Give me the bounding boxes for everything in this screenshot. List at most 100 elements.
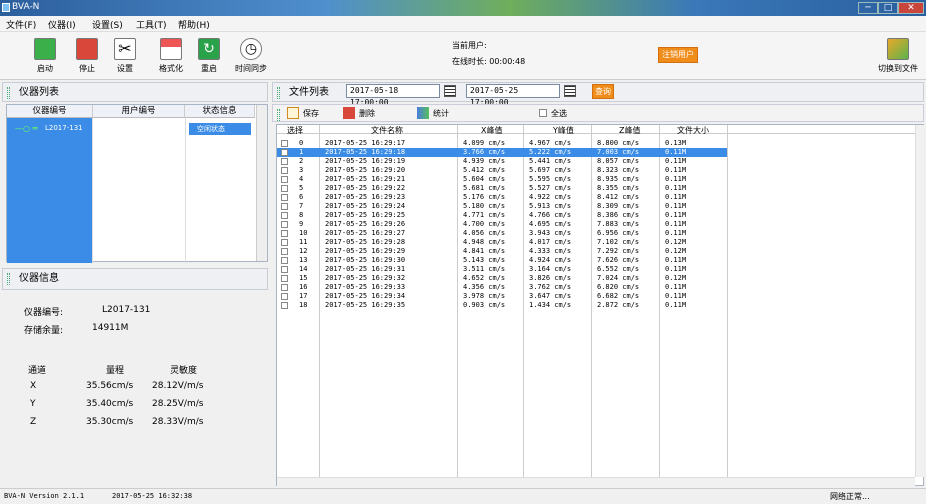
device-list-body: —○ ═ L2017-131 空闲状态 [7, 118, 255, 263]
table-row[interactable]: 13 2017-05-25 16:29:30 5.143 cm/s 4.924 cm/… [277, 256, 727, 265]
table-row[interactable]: 16 2017-05-25 16:29:33 4.356 cm/s 3.762 cm/… [277, 283, 727, 292]
minimize-button[interactable]: ─ [858, 2, 878, 14]
panel-grip-icon [7, 87, 10, 99]
menu-settings[interactable]: 设置(S) [92, 18, 123, 31]
col-device-id[interactable]: 仪器编号 [7, 105, 93, 118]
row-checkbox[interactable] [281, 284, 288, 291]
table-row[interactable]: 11 2017-05-25 16:29:28 4.948 cm/s 4.017 cm/… [277, 238, 727, 247]
logout-button[interactable]: 注销用户 [658, 47, 698, 63]
row-checkbox[interactable] [281, 149, 288, 156]
delete-icon[interactable] [343, 107, 355, 119]
table-row[interactable]: 1 2017-05-25 16:29:18 3.766 cm/s 5.222 cm/s… [277, 148, 727, 157]
table-row[interactable]: 12 2017-05-25 16:29:29 4.841 cm/s 4.333 cm/… [277, 247, 727, 256]
table-cell: 8.935 cm/s [597, 175, 640, 183]
menu-help[interactable]: 帮助(H) [178, 18, 210, 31]
table-cell: 4.333 cm/s [529, 247, 572, 255]
timesync-button[interactable]: ◷ 时间同步 [232, 38, 270, 74]
col-status[interactable]: 状态信息 [185, 105, 255, 118]
restart-label: 重启 [201, 64, 217, 73]
delete-button[interactable]: 删除 [359, 108, 375, 119]
col-x-peak[interactable]: X峰值 [481, 125, 502, 136]
format-button[interactable]: 格式化 [152, 38, 190, 74]
table-cell: 0.11M [665, 166, 687, 174]
table-row[interactable]: 9 2017-05-25 16:29:26 4.700 cm/s 4.695 cm/s… [277, 220, 727, 229]
table-row[interactable]: 17 2017-05-25 16:29:34 3.978 cm/s 3.647 cm/… [277, 292, 727, 301]
row-checkbox[interactable] [281, 293, 288, 300]
table-row[interactable]: 10 2017-05-25 16:29:27 4.056 cm/s 3.943 cm/… [277, 229, 727, 238]
row-checkbox[interactable] [281, 302, 288, 309]
table-row[interactable]: 5 2017-05-25 16:29:22 5.681 cm/s 5.527 cm/s… [277, 184, 727, 193]
calendar-icon[interactable] [564, 85, 576, 97]
device-info-title: 仪器信息 [19, 273, 59, 284]
table-cell: 5.176 cm/s [463, 193, 506, 201]
table-cell: 2017-05-25 16:29:20 [325, 166, 406, 174]
row-checkbox[interactable] [281, 167, 288, 174]
col-y-peak[interactable]: Y峰值 [553, 125, 574, 136]
row-checkbox[interactable] [281, 275, 288, 282]
restart-button[interactable]: ↻ 重启 [190, 38, 228, 74]
table-row[interactable]: 2 2017-05-25 16:29:19 4.939 cm/s 5.441 cm/s… [277, 157, 727, 166]
settings-button[interactable]: ✂ 设置 [106, 38, 144, 74]
table-cell: 6.820 cm/s [597, 283, 640, 291]
select-all-checkbox[interactable] [539, 109, 547, 117]
row-checkbox[interactable] [281, 158, 288, 165]
close-button[interactable]: ✕ [898, 2, 924, 14]
menu-file[interactable]: 文件(F) [6, 18, 36, 31]
maximize-button[interactable]: □ [878, 2, 898, 14]
stats-icon[interactable] [417, 107, 429, 119]
col-file-size[interactable]: 文件大小 [677, 125, 709, 136]
save-button[interactable]: 保存 [303, 108, 319, 119]
row-checkbox[interactable] [281, 194, 288, 201]
range-x: 35.56cm/s [86, 381, 134, 391]
col-select[interactable]: 选择 [287, 125, 303, 136]
row-checkbox[interactable] [281, 212, 288, 219]
table-cell: 2017-05-25 16:29:30 [325, 256, 406, 264]
stats-button[interactable]: 统计 [433, 108, 449, 119]
row-checkbox[interactable] [281, 221, 288, 228]
device-info-header: 仪器信息 [2, 268, 268, 290]
device-list-scrollbar[interactable] [256, 105, 267, 261]
table-row[interactable]: 6 2017-05-25 16:29:23 5.176 cm/s 4.922 cm/s… [277, 193, 727, 202]
row-checkbox[interactable] [281, 203, 288, 210]
file-table-scrollbar-v[interactable] [915, 125, 924, 477]
end-time-field[interactable]: 2017-05-25 17:00:00 [466, 84, 560, 107]
col-z-peak[interactable]: Z峰值 [619, 125, 640, 136]
row-checkbox[interactable] [281, 248, 288, 255]
table-row[interactable]: 8 2017-05-25 16:29:25 4.771 cm/s 4.766 cm/s… [277, 211, 727, 220]
row-checkbox[interactable] [281, 140, 288, 147]
row-checkbox[interactable] [281, 239, 288, 246]
device-row-id: L2017-131 [45, 124, 83, 132]
menu-instrument[interactable]: 仪器(I) [48, 18, 76, 31]
device-row[interactable]: —○ ═ L2017-131 空闲状态 [7, 122, 255, 136]
row-checkbox[interactable] [281, 230, 288, 237]
switch-to-file-button[interactable]: 切换到文件 [872, 38, 924, 74]
table-cell: 4.700 cm/s [463, 220, 506, 228]
query-button[interactable]: 查询 [592, 84, 614, 99]
file-table-scrollbar-h[interactable] [277, 477, 915, 486]
table-row[interactable]: 14 2017-05-25 16:29:31 3.511 cm/s 3.164 cm/… [277, 265, 727, 274]
save-icon[interactable] [287, 107, 299, 119]
table-cell: 0.12M [665, 238, 687, 246]
menu-tools[interactable]: 工具(T) [136, 18, 167, 31]
row-checkbox[interactable] [281, 266, 288, 273]
col-user-id[interactable]: 用户编号 [93, 105, 185, 118]
row-checkbox[interactable] [281, 176, 288, 183]
table-cell: 2017-05-25 16:29:28 [325, 238, 406, 246]
table-row[interactable]: 18 2017-05-25 16:29:35 0.903 cm/s 1.434 cm/… [277, 301, 727, 310]
table-row[interactable]: 0 2017-05-25 16:29:17 4.099 cm/s 4.967 cm/s… [277, 139, 727, 148]
table-row[interactable]: 4 2017-05-25 16:29:21 5.604 cm/s 5.595 cm/s… [277, 175, 727, 184]
col-filename[interactable]: 文件名称 [371, 125, 403, 136]
toolbar: 启动 停止 ✂ 设置 格式化 ↻ 重启 ◷ 时间同步 当前用户: 在线时长: 0… [0, 32, 926, 80]
table-row[interactable]: 3 2017-05-25 16:29:20 5.412 cm/s 5.697 cm/s… [277, 166, 727, 175]
sens-z: 28.33V/m/s [152, 417, 204, 427]
table-cell: 0.11M [665, 220, 687, 228]
start-time-field[interactable]: 2017-05-18 17:00:00 [346, 84, 440, 107]
start-button[interactable]: 启动 [26, 38, 64, 74]
row-checkbox[interactable] [281, 185, 288, 192]
table-row[interactable]: 7 2017-05-25 16:29:24 5.180 cm/s 5.913 cm/s… [277, 202, 727, 211]
table-cell: 6 [299, 193, 304, 201]
row-checkbox[interactable] [281, 257, 288, 264]
table-row[interactable]: 15 2017-05-25 16:29:32 4.652 cm/s 3.826 cm/… [277, 274, 727, 283]
stop-button[interactable]: 停止 [68, 38, 106, 74]
calendar-icon[interactable] [444, 85, 456, 97]
